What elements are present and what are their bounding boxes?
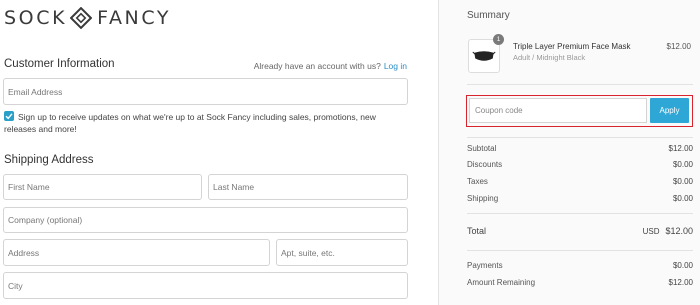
address-field[interactable]: Address — [3, 239, 270, 266]
amount-remaining-value: $12.00 — [668, 278, 693, 287]
city-placeholder: City — [8, 280, 23, 291]
taxes-row: Taxes $0.00 — [467, 177, 693, 186]
login-prompt: Already have an account with us? Log in — [254, 61, 407, 71]
city-field[interactable]: City — [3, 272, 408, 299]
first-name-placeholder: First Name — [8, 182, 50, 192]
company-placeholder: Company (optional) — [8, 215, 83, 225]
divider — [467, 137, 693, 138]
taxes-value: $0.00 — [672, 177, 693, 186]
email-placeholder: Email Address — [8, 86, 63, 97]
newsletter-checkbox[interactable] — [4, 111, 14, 121]
shipping-label: Shipping — [467, 194, 499, 203]
taxes-label: Taxes — [467, 177, 488, 186]
total-row: Total USD $12.00 — [467, 226, 693, 236]
customer-information-heading: Customer Information — [4, 58, 115, 70]
discounts-row: Discounts $0.00 — [467, 160, 693, 169]
discounts-label: Discounts — [467, 160, 503, 169]
apply-coupon-button[interactable]: Apply — [650, 98, 689, 123]
login-link[interactable]: Log in — [384, 61, 407, 71]
order-summary-panel: Summary 1 Triple Layer Premium Face Mask… — [439, 0, 700, 305]
summary-heading: Summary — [467, 10, 510, 21]
company-field[interactable]: Company (optional) — [3, 207, 408, 233]
last-name-field[interactable]: Last Name — [208, 174, 408, 200]
payments-row: Payments $0.00 — [467, 261, 693, 270]
product-variant: Adult / Midnight Black — [513, 53, 586, 62]
shipping-row: Shipping $0.00 — [467, 194, 693, 203]
brand-right: FANCY — [97, 7, 172, 29]
first-name-field[interactable]: First Name — [3, 174, 202, 200]
email-field[interactable]: Email Address — [3, 78, 408, 105]
divider — [467, 84, 693, 85]
coupon-input[interactable]: Coupon code — [469, 98, 647, 123]
subtotal-value: $12.00 — [668, 144, 693, 153]
coupon-placeholder: Coupon code — [475, 106, 523, 115]
shipping-address-heading: Shipping Address — [4, 154, 94, 166]
product-thumbnail: 1 — [468, 34, 504, 73]
newsletter-optin[interactable]: Sign up to receive updates on what we're… — [4, 111, 409, 135]
brand-left: SOCK — [4, 7, 68, 29]
amount-remaining-row: Amount Remaining $12.00 — [467, 278, 693, 287]
brand-logo[interactable]: SOCK FANCY — [4, 6, 171, 30]
total-label: Total — [467, 226, 487, 236]
apartment-placeholder: Apt, suite, etc. — [281, 247, 335, 258]
login-prompt-text: Already have an account with us? — [253, 61, 381, 71]
coupon-highlight: Coupon code Apply — [466, 95, 693, 127]
total-value: $12.00 — [665, 226, 693, 236]
payments-label: Payments — [467, 261, 503, 270]
diamond-logo-icon — [70, 7, 93, 29]
checkout-page: SOCK FANCY Customer Information Already … — [0, 0, 700, 305]
amount-remaining-label: Amount Remaining — [467, 278, 536, 287]
divider — [467, 250, 693, 251]
subtotal-label: Subtotal — [467, 144, 497, 153]
total-amount: USD $12.00 — [643, 226, 693, 236]
product-price: $12.00 — [666, 42, 691, 51]
apartment-field[interactable]: Apt, suite, etc. — [276, 239, 408, 266]
checkout-form-column: SOCK FANCY Customer Information Already … — [0, 0, 438, 305]
divider — [467, 213, 693, 214]
address-placeholder: Address — [8, 247, 40, 258]
last-name-placeholder: Last Name — [213, 182, 255, 192]
newsletter-label: Sign up to receive updates on what we're… — [4, 112, 376, 134]
face-mask-icon — [472, 51, 496, 61]
product-name: Triple Layer Premium Face Mask — [513, 42, 631, 51]
discounts-value: $0.00 — [672, 160, 693, 169]
total-currency: USD — [642, 227, 660, 236]
shipping-value: $0.00 — [672, 194, 693, 203]
quantity-badge: 1 — [493, 34, 504, 45]
payments-value: $0.00 — [672, 261, 693, 270]
subtotal-row: Subtotal $12.00 — [467, 144, 693, 153]
